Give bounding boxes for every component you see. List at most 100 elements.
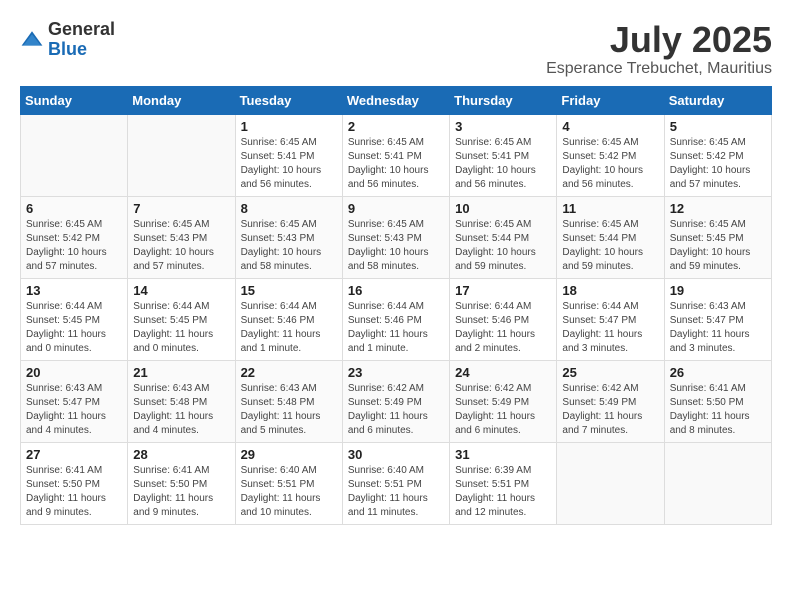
col-sunday: Sunday xyxy=(21,86,128,114)
calendar-cell xyxy=(128,114,235,196)
day-number: 12 xyxy=(670,201,766,216)
calendar-cell: 13 Sunrise: 6:44 AMSunset: 5:45 PMDayligh… xyxy=(21,278,128,360)
day-number: 28 xyxy=(133,447,229,462)
day-info: Sunrise: 6:41 AMSunset: 5:50 PMDaylight:… xyxy=(670,382,766,438)
day-info: Sunrise: 6:42 AMSunset: 5:49 PMDaylight:… xyxy=(348,382,444,438)
day-info: Sunrise: 6:44 AMSunset: 5:47 PMDaylight:… xyxy=(562,300,658,356)
day-number: 31 xyxy=(455,447,551,462)
day-number: 27 xyxy=(26,447,122,462)
day-number: 9 xyxy=(348,201,444,216)
calendar-cell: 19 Sunrise: 6:43 AMSunset: 5:47 PMDayligh… xyxy=(664,278,771,360)
calendar-cell: 28 Sunrise: 6:41 AMSunset: 5:50 PMDayligh… xyxy=(128,442,235,524)
calendar-cell: 18Sunrise: 6:44 AMSunset: 5:47 PMDayligh… xyxy=(557,278,664,360)
calendar-cell: 21 Sunrise: 6:43 AMSunset: 5:48 PMDayligh… xyxy=(128,360,235,442)
day-info: Sunrise: 6:44 AMSunset: 5:46 PMDaylight:… xyxy=(348,300,444,356)
day-number: 14 xyxy=(133,283,229,298)
calendar-cell: 6 Sunrise: 6:45 AMSunset: 5:42 PMDaylight… xyxy=(21,196,128,278)
calendar-cell: 8 Sunrise: 6:45 AMSunset: 5:43 PMDaylight… xyxy=(235,196,342,278)
day-info: Sunrise: 6:44 AMSunset: 5:45 PMDaylight:… xyxy=(133,300,229,356)
day-info: Sunrise: 6:45 AMSunset: 5:43 PMDaylight:… xyxy=(133,218,229,274)
day-number: 4 xyxy=(562,119,658,134)
calendar-week-3: 13 Sunrise: 6:44 AMSunset: 5:45 PMDayligh… xyxy=(21,278,772,360)
calendar-header-row: Sunday Monday Tuesday Wednesday Thursday… xyxy=(21,86,772,114)
day-info: Sunrise: 6:45 AMSunset: 5:43 PMDaylight:… xyxy=(241,218,337,274)
day-number: 3 xyxy=(455,119,551,134)
calendar-cell: 17 Sunrise: 6:44 AMSunset: 5:46 PMDayligh… xyxy=(450,278,557,360)
calendar-cell: 26Sunrise: 6:41 AMSunset: 5:50 PMDayligh… xyxy=(664,360,771,442)
calendar-cell: 4 Sunrise: 6:45 AMSunset: 5:42 PMDaylight… xyxy=(557,114,664,196)
day-info: Sunrise: 6:41 AMSunset: 5:50 PMDaylight:… xyxy=(26,464,122,520)
day-info: Sunrise: 6:45 AMSunset: 5:42 PMDaylight:… xyxy=(562,136,658,192)
day-number: 11 xyxy=(562,201,658,216)
day-info: Sunrise: 6:40 AMSunset: 5:51 PMDaylight:… xyxy=(241,464,337,520)
month-title: July 2025 xyxy=(546,20,772,60)
day-info: Sunrise: 6:44 AMSunset: 5:45 PMDaylight:… xyxy=(26,300,122,356)
calendar-cell xyxy=(21,114,128,196)
day-info: Sunrise: 6:45 AMSunset: 5:44 PMDaylight:… xyxy=(562,218,658,274)
day-number: 29 xyxy=(241,447,337,462)
col-thursday: Thursday xyxy=(450,86,557,114)
calendar-cell: 11 Sunrise: 6:45 AMSunset: 5:44 PMDayligh… xyxy=(557,196,664,278)
calendar-week-2: 6 Sunrise: 6:45 AMSunset: 5:42 PMDaylight… xyxy=(21,196,772,278)
day-number: 22 xyxy=(241,365,337,380)
day-number: 13 xyxy=(26,283,122,298)
day-info: Sunrise: 6:44 AMSunset: 5:46 PMDaylight:… xyxy=(455,300,551,356)
calendar-week-4: 20 Sunrise: 6:43 AMSunset: 5:47 PMDayligh… xyxy=(21,360,772,442)
col-tuesday: Tuesday xyxy=(235,86,342,114)
day-info: Sunrise: 6:39 AMSunset: 5:51 PMDaylight:… xyxy=(455,464,551,520)
calendar-cell: 10Sunrise: 6:45 AMSunset: 5:44 PMDayligh… xyxy=(450,196,557,278)
calendar-cell: 31 Sunrise: 6:39 AMSunset: 5:51 PMDayligh… xyxy=(450,442,557,524)
calendar-cell: 22Sunrise: 6:43 AMSunset: 5:48 PMDayligh… xyxy=(235,360,342,442)
calendar-cell: 15 Sunrise: 6:44 AMSunset: 5:46 PMDayligh… xyxy=(235,278,342,360)
day-number: 19 xyxy=(670,283,766,298)
calendar-cell: 14 Sunrise: 6:44 AMSunset: 5:45 PMDayligh… xyxy=(128,278,235,360)
calendar-week-1: 1 Sunrise: 6:45 AMSunset: 5:41 PMDaylight… xyxy=(21,114,772,196)
day-number: 25 xyxy=(562,365,658,380)
day-info: Sunrise: 6:45 AMSunset: 5:42 PMDaylight:… xyxy=(26,218,122,274)
calendar-cell: 16 Sunrise: 6:44 AMSunset: 5:46 PMDayligh… xyxy=(342,278,449,360)
page-header: General Blue July 2025 Esperance Trebuch… xyxy=(20,20,772,78)
day-info: Sunrise: 6:45 AMSunset: 5:41 PMDaylight:… xyxy=(455,136,551,192)
day-number: 24 xyxy=(455,365,551,380)
calendar-cell: 12 Sunrise: 6:45 AMSunset: 5:45 PMDayligh… xyxy=(664,196,771,278)
day-info: Sunrise: 6:45 AMSunset: 5:41 PMDaylight:… xyxy=(348,136,444,192)
day-number: 2 xyxy=(348,119,444,134)
day-info: Sunrise: 6:45 AMSunset: 5:43 PMDaylight:… xyxy=(348,218,444,274)
calendar-cell xyxy=(557,442,664,524)
day-info: Sunrise: 6:44 AMSunset: 5:46 PMDaylight:… xyxy=(241,300,337,356)
day-number: 16 xyxy=(348,283,444,298)
day-info: Sunrise: 6:43 AMSunset: 5:48 PMDaylight:… xyxy=(133,382,229,438)
calendar-cell: 3 Sunrise: 6:45 AMSunset: 5:41 PMDaylight… xyxy=(450,114,557,196)
logo-icon xyxy=(20,28,44,52)
logo-general-text: General xyxy=(48,19,115,39)
calendar-cell: 1 Sunrise: 6:45 AMSunset: 5:41 PMDaylight… xyxy=(235,114,342,196)
col-wednesday: Wednesday xyxy=(342,86,449,114)
day-info: Sunrise: 6:43 AMSunset: 5:47 PMDaylight:… xyxy=(670,300,766,356)
day-number: 23 xyxy=(348,365,444,380)
calendar-cell: 20 Sunrise: 6:43 AMSunset: 5:47 PMDayligh… xyxy=(21,360,128,442)
day-number: 30 xyxy=(348,447,444,462)
day-number: 6 xyxy=(26,201,122,216)
calendar-cell: 2 Sunrise: 6:45 AMSunset: 5:41 PMDaylight… xyxy=(342,114,449,196)
day-number: 21 xyxy=(133,365,229,380)
logo-blue-text: Blue xyxy=(48,39,87,59)
calendar-table: Sunday Monday Tuesday Wednesday Thursday… xyxy=(20,86,772,525)
day-number: 10 xyxy=(455,201,551,216)
day-info: Sunrise: 6:42 AMSunset: 5:49 PMDaylight:… xyxy=(455,382,551,438)
day-number: 15 xyxy=(241,283,337,298)
day-info: Sunrise: 6:40 AMSunset: 5:51 PMDaylight:… xyxy=(348,464,444,520)
day-info: Sunrise: 6:41 AMSunset: 5:50 PMDaylight:… xyxy=(133,464,229,520)
day-info: Sunrise: 6:45 AMSunset: 5:41 PMDaylight:… xyxy=(241,136,337,192)
calendar-cell: 23 Sunrise: 6:42 AMSunset: 5:49 PMDayligh… xyxy=(342,360,449,442)
day-number: 20 xyxy=(26,365,122,380)
day-info: Sunrise: 6:43 AMSunset: 5:47 PMDaylight:… xyxy=(26,382,122,438)
day-number: 17 xyxy=(455,283,551,298)
day-number: 8 xyxy=(241,201,337,216)
calendar-cell: 5Sunrise: 6:45 AMSunset: 5:42 PMDaylight… xyxy=(664,114,771,196)
calendar-cell: 27 Sunrise: 6:41 AMSunset: 5:50 PMDayligh… xyxy=(21,442,128,524)
day-info: Sunrise: 6:45 AMSunset: 5:45 PMDaylight:… xyxy=(670,218,766,274)
calendar-cell: 30 Sunrise: 6:40 AMSunset: 5:51 PMDayligh… xyxy=(342,442,449,524)
day-info: Sunrise: 6:45 AMSunset: 5:42 PMDaylight:… xyxy=(670,136,766,192)
calendar-cell: 25Sunrise: 6:42 AMSunset: 5:49 PMDayligh… xyxy=(557,360,664,442)
day-number: 1 xyxy=(241,119,337,134)
